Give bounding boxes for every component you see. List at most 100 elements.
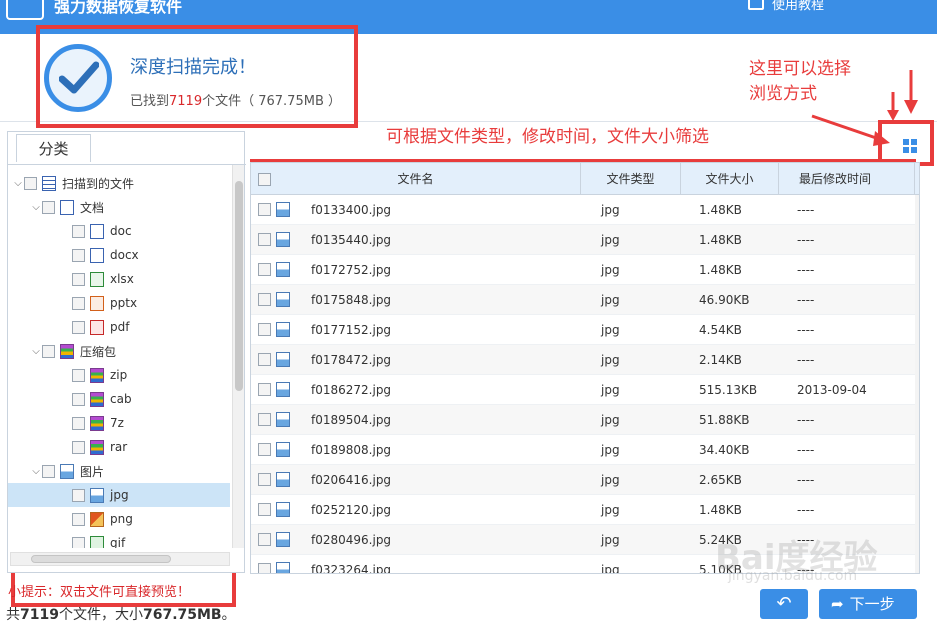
- row-checkbox[interactable]: [258, 233, 271, 246]
- table-row[interactable]: f0177152.jpg jpg 4.54KB ----: [251, 315, 919, 345]
- table-row[interactable]: f0172752.jpg jpg 1.48KB ----: [251, 255, 919, 285]
- tree-item-checkbox[interactable]: [72, 320, 85, 334]
- tree-scroll-thumb[interactable]: [235, 181, 243, 391]
- tree-item[interactable]: rar: [8, 435, 230, 459]
- cell-filename: f0175848.jpg: [311, 293, 392, 307]
- row-checkbox[interactable]: [258, 473, 271, 486]
- tree-item[interactable]: ⌵ 压缩包: [8, 339, 230, 363]
- archive-icon: [90, 391, 104, 407]
- cell-filename: f0178472.jpg: [311, 353, 392, 367]
- table-row[interactable]: f0252120.jpg jpg 1.48KB ----: [251, 495, 919, 525]
- table-row[interactable]: f0175848.jpg jpg 46.90KB ----: [251, 285, 919, 315]
- row-checkbox[interactable]: [258, 203, 271, 216]
- next-step-button[interactable]: ➦ 下一步: [819, 589, 917, 619]
- tree-item-checkbox[interactable]: [72, 224, 85, 238]
- archive-icon: [90, 367, 104, 383]
- tree-item[interactable]: gif: [8, 531, 230, 548]
- column-filetype[interactable]: 文件类型: [581, 163, 681, 195]
- cell-filetype: jpg: [601, 263, 620, 277]
- tree-item[interactable]: pptx: [8, 291, 230, 315]
- cell-filename: f0186272.jpg: [311, 383, 392, 397]
- tree-item-label: zip: [110, 368, 128, 382]
- table-row[interactable]: f0189504.jpg jpg 51.88KB ----: [251, 405, 919, 435]
- tree-item[interactable]: ⌵ 图片: [8, 459, 230, 483]
- tree-item[interactable]: pdf: [8, 315, 230, 339]
- tree-item-checkbox[interactable]: [72, 368, 85, 382]
- back-button[interactable]: ↶: [760, 589, 808, 619]
- watermark-url: jingyan.baidu.com: [728, 568, 858, 584]
- tree-item-checkbox[interactable]: [72, 392, 85, 406]
- row-checkbox[interactable]: [258, 353, 271, 366]
- tree-item[interactable]: 7z: [8, 411, 230, 435]
- tree-item-checkbox[interactable]: [24, 176, 37, 190]
- footer-suffix: 。: [221, 607, 236, 623]
- row-checkbox[interactable]: [258, 443, 271, 456]
- word-icon: [90, 247, 104, 263]
- row-checkbox[interactable]: [258, 413, 271, 426]
- table-scrollbar[interactable]: [915, 195, 919, 573]
- cell-modified-time: ----: [797, 203, 815, 217]
- picture-folder-icon: [60, 463, 74, 479]
- tree-item-checkbox[interactable]: [72, 536, 85, 548]
- column-filename[interactable]: 文件名: [251, 163, 581, 195]
- chevron-down-icon[interactable]: ⌵: [30, 346, 42, 357]
- row-checkbox[interactable]: [258, 323, 271, 336]
- tree-item-checkbox[interactable]: [72, 512, 85, 526]
- tree-item-checkbox[interactable]: [72, 488, 85, 502]
- row-checkbox[interactable]: [258, 383, 271, 396]
- tree-item-checkbox[interactable]: [42, 464, 55, 478]
- cell-filename: f0189808.jpg: [311, 443, 392, 457]
- tree-item-checkbox[interactable]: [72, 272, 85, 286]
- tree-item[interactable]: doc: [8, 219, 230, 243]
- tree-item-checkbox[interactable]: [72, 416, 85, 430]
- tree-item[interactable]: cab: [8, 387, 230, 411]
- tree-item[interactable]: ⌵ 文档: [8, 195, 230, 219]
- tree-item[interactable]: zip: [8, 363, 230, 387]
- cell-filetype: jpg: [601, 233, 620, 247]
- column-filesize[interactable]: 文件大小: [681, 163, 779, 195]
- table-row[interactable]: f0135440.jpg jpg 1.48KB ----: [251, 225, 919, 255]
- table-row[interactable]: f0206416.jpg jpg 2.65KB ----: [251, 465, 919, 495]
- column-modified-time[interactable]: 最后修改时间: [779, 163, 915, 195]
- tab-category[interactable]: 分类: [16, 134, 91, 162]
- row-checkbox[interactable]: [258, 293, 271, 306]
- chevron-down-icon[interactable]: ⌵: [30, 466, 42, 477]
- tree-item-label: pptx: [110, 296, 138, 310]
- tree-item-label: doc: [110, 224, 132, 238]
- tree-item-checkbox[interactable]: [72, 248, 85, 262]
- table-row[interactable]: f0189808.jpg jpg 34.40KB ----: [251, 435, 919, 465]
- tree-item-checkbox[interactable]: [42, 344, 55, 358]
- image-file-icon: [276, 322, 290, 337]
- row-checkbox[interactable]: [258, 533, 271, 546]
- cell-modified-time: ----: [797, 233, 815, 247]
- tree-item-checkbox[interactable]: [72, 296, 85, 310]
- tree-item-label: 文档: [80, 200, 105, 215]
- cell-filename: f0133400.jpg: [311, 203, 392, 217]
- cell-filesize: 1.48KB: [699, 203, 742, 217]
- tree-item-checkbox[interactable]: [72, 440, 85, 454]
- tree-item[interactable]: png: [8, 507, 230, 531]
- table-row[interactable]: f0133400.jpg jpg 1.48KB ----: [251, 195, 919, 225]
- powerpoint-icon: [90, 295, 104, 311]
- row-checkbox[interactable]: [258, 263, 271, 276]
- tree-item-checkbox[interactable]: [42, 200, 55, 214]
- tree-item[interactable]: xlsx: [8, 267, 230, 291]
- preview-hint: 小提示：双击文件可直接预览！: [8, 585, 191, 600]
- chevron-down-icon[interactable]: ⌵: [30, 202, 42, 213]
- row-checkbox[interactable]: [258, 563, 271, 573]
- tree-item[interactable]: ⌵ 扫描到的文件: [8, 171, 230, 195]
- tree-vertical-scrollbar[interactable]: [232, 165, 244, 548]
- tree-item[interactable]: jpg: [8, 483, 230, 507]
- cell-filetype: jpg: [601, 293, 620, 307]
- pdf-icon: [90, 319, 104, 335]
- tree-item[interactable]: docx: [8, 243, 230, 267]
- grid-view-icon[interactable]: [903, 139, 919, 155]
- tree-horizontal-scrollbar[interactable]: [10, 552, 230, 566]
- tree-hscroll-thumb[interactable]: [31, 555, 171, 563]
- row-checkbox[interactable]: [258, 503, 271, 516]
- chevron-down-icon[interactable]: ⌵: [12, 178, 24, 189]
- footer-prefix: 共: [6, 607, 20, 623]
- table-row[interactable]: f0186272.jpg jpg 515.13KB 2013-09-04: [251, 375, 919, 405]
- table-row[interactable]: f0178472.jpg jpg 2.14KB ----: [251, 345, 919, 375]
- image-file-icon: [276, 352, 290, 367]
